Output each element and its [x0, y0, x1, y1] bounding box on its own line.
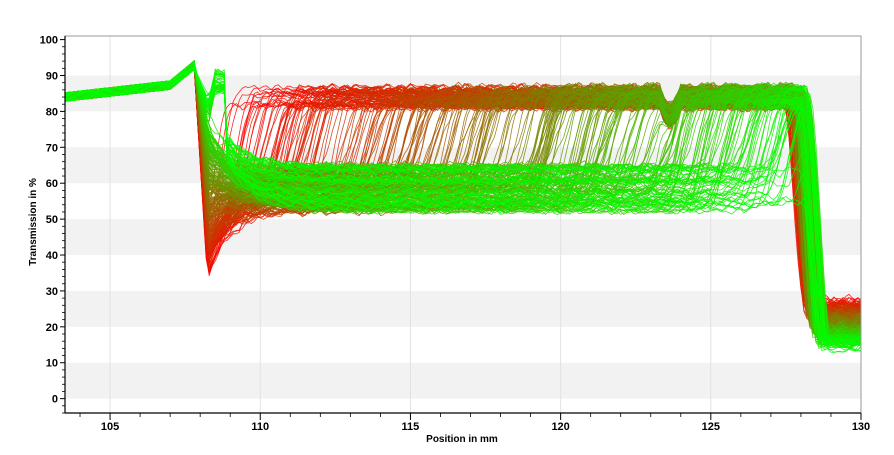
grid-band: [65, 290, 861, 327]
x-axis-title: Position in mm: [426, 434, 498, 445]
y-tick-label: 80: [46, 106, 58, 118]
y-tick-label: 20: [46, 322, 58, 334]
y-tick-label: 60: [46, 178, 58, 190]
x-axis-ticks: 105 110 115 120 125 130: [79, 413, 870, 433]
y-tick-label: 40: [46, 250, 58, 262]
x-tick-label: 130: [852, 421, 870, 433]
y-tick-label: 50: [46, 214, 58, 226]
x-tick-label: 125: [702, 421, 720, 433]
grid-band: [65, 219, 861, 256]
y-tick-label: 30: [46, 286, 58, 298]
grid-band: [65, 362, 861, 399]
y-tick-label: 90: [46, 70, 58, 82]
y-tick-label: 0: [52, 394, 58, 406]
transmission-chart: 0 10 20 30 40 50 60 70 80 90 100 105 110 115 120 125 13…: [28, 35, 870, 445]
chart-root: 0 10 20 30 40 50 60 70 80 90 100 105 110 115 120 125 13…: [0, 0, 894, 450]
x-tick-label: 115: [402, 421, 420, 433]
y-axis-title: Transmission in %: [28, 178, 39, 266]
x-tick-label: 120: [551, 421, 569, 433]
y-axis-ticks: 0 10 20 30 40 50 60 70 80 90 100: [40, 35, 65, 414]
y-tick-label: 100: [40, 35, 58, 47]
y-tick-label: 10: [46, 358, 58, 370]
y-tick-label: 70: [46, 142, 58, 154]
x-tick-label: 110: [251, 421, 269, 433]
x-tick-label: 105: [101, 421, 119, 433]
